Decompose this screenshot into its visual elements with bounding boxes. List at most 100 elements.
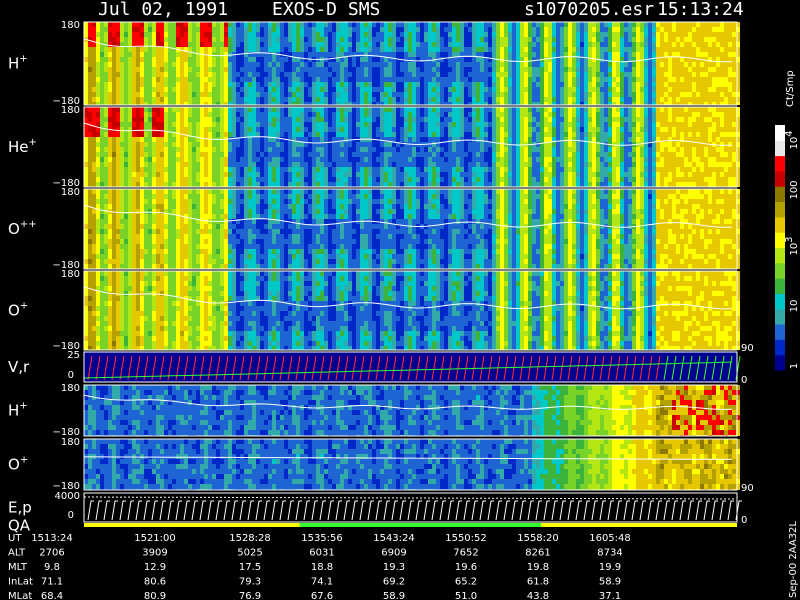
heatmap-cell <box>444 172 448 177</box>
heatmap-cell <box>200 67 204 72</box>
heatmap-cell <box>704 92 708 97</box>
heatmap-cell <box>596 107 600 112</box>
heatmap-cell <box>576 107 580 112</box>
heatmap-cell <box>128 72 132 77</box>
heatmap-cell <box>312 32 316 37</box>
heatmap-cell <box>732 72 736 77</box>
heatmap-cell <box>136 27 140 32</box>
heatmap-cell <box>284 162 288 167</box>
heatmap-cell <box>648 47 652 52</box>
heatmap-cell <box>500 47 504 52</box>
heatmap-cell <box>376 77 380 82</box>
heatmap-cell <box>580 152 584 157</box>
heatmap-cell <box>392 167 396 172</box>
heatmap-cell <box>688 67 692 72</box>
heatmap-cell <box>136 172 140 177</box>
heatmap-cell <box>544 107 548 112</box>
heatmap-cell <box>204 97 208 102</box>
heatmap-cell <box>244 142 248 147</box>
heatmap-cell <box>568 157 572 162</box>
heatmap-cell <box>156 92 160 97</box>
heatmap-cell <box>524 82 528 87</box>
heatmap-cell <box>176 127 180 132</box>
heatmap-cell <box>92 77 96 82</box>
heatmap-cell <box>188 77 192 82</box>
heatmap-cell <box>324 47 328 52</box>
heatmap-cell <box>552 132 556 137</box>
heatmap-cell <box>236 47 240 52</box>
heatmap-cell <box>400 152 404 157</box>
heatmap-cell <box>544 147 548 152</box>
heatmap-cell <box>472 137 476 142</box>
heatmap-cell <box>272 87 276 92</box>
heatmap-cell <box>712 77 716 82</box>
heatmap-cell <box>444 142 448 147</box>
heatmap-cell <box>484 47 488 52</box>
heatmap-cell <box>596 22 600 27</box>
heatmap-cell <box>148 147 152 152</box>
heatmap-cell <box>84 162 88 167</box>
heatmap-cell <box>536 67 540 72</box>
heatmap-cell <box>496 122 500 127</box>
heatmap-cell <box>216 147 220 152</box>
heatmap-cell <box>624 97 628 102</box>
heatmap-cell <box>540 67 544 72</box>
heatmap-cell <box>104 27 108 32</box>
heatmap-cell <box>600 172 604 177</box>
heatmap-cell <box>396 37 400 42</box>
heatmap-cell <box>268 177 272 182</box>
heatmap-cell <box>108 152 112 157</box>
heatmap-cell <box>232 152 236 157</box>
heatmap-cell <box>336 62 340 67</box>
heatmap-cell <box>112 82 116 87</box>
heatmap-cell <box>132 72 136 77</box>
heatmap-cell <box>572 82 576 87</box>
heatmap-cell <box>308 47 312 52</box>
heatmap-cell <box>292 152 296 157</box>
heatmap-cell <box>412 172 416 177</box>
heatmap-cell <box>156 107 160 112</box>
heatmap-cell <box>252 27 256 32</box>
heatmap-cell <box>608 107 612 112</box>
heatmap-cell <box>444 157 448 162</box>
heatmap-cell <box>672 32 676 37</box>
heatmap-cell <box>644 72 648 77</box>
heatmap-cell <box>468 57 472 62</box>
heatmap-cell <box>460 77 464 82</box>
heatmap-cell <box>432 52 436 57</box>
heatmap-cell <box>224 127 228 132</box>
heatmap-cell <box>192 127 196 132</box>
heatmap-cell <box>180 137 184 142</box>
heatmap-cell <box>544 152 548 157</box>
heatmap-cell <box>376 82 380 87</box>
heatmap-cell <box>632 127 636 132</box>
heatmap-cell <box>636 97 640 102</box>
heatmap-cell <box>668 72 672 77</box>
heatmap-cell <box>564 177 568 182</box>
heatmap-cell <box>496 77 500 82</box>
heatmap-cell <box>264 82 268 87</box>
heatmap-cell <box>620 132 624 137</box>
heatmap-cell <box>92 22 96 27</box>
heatmap-cell <box>152 177 156 182</box>
heatmap-cell <box>400 112 404 117</box>
heatmap-cell <box>416 52 420 57</box>
heatmap-cell <box>96 87 100 92</box>
heatmap-cell <box>508 182 512 187</box>
heatmap-cell <box>84 57 88 62</box>
heatmap-cell <box>212 52 216 57</box>
heatmap-cell <box>112 72 116 77</box>
heatmap-cell <box>160 47 164 52</box>
heatmap-cell <box>376 87 380 92</box>
heatmap-cell <box>100 87 104 92</box>
heatmap-cell <box>224 92 228 97</box>
heatmap-cell <box>196 157 200 162</box>
heatmap-cell <box>152 67 156 72</box>
heatmap-cell <box>220 97 224 102</box>
heatmap-cell <box>300 92 304 97</box>
heatmap-cell <box>668 42 672 47</box>
heatmap-cell <box>408 32 412 37</box>
heatmap-cell <box>356 162 360 167</box>
heatmap-cell <box>388 67 392 72</box>
heatmap-cell <box>276 172 280 177</box>
